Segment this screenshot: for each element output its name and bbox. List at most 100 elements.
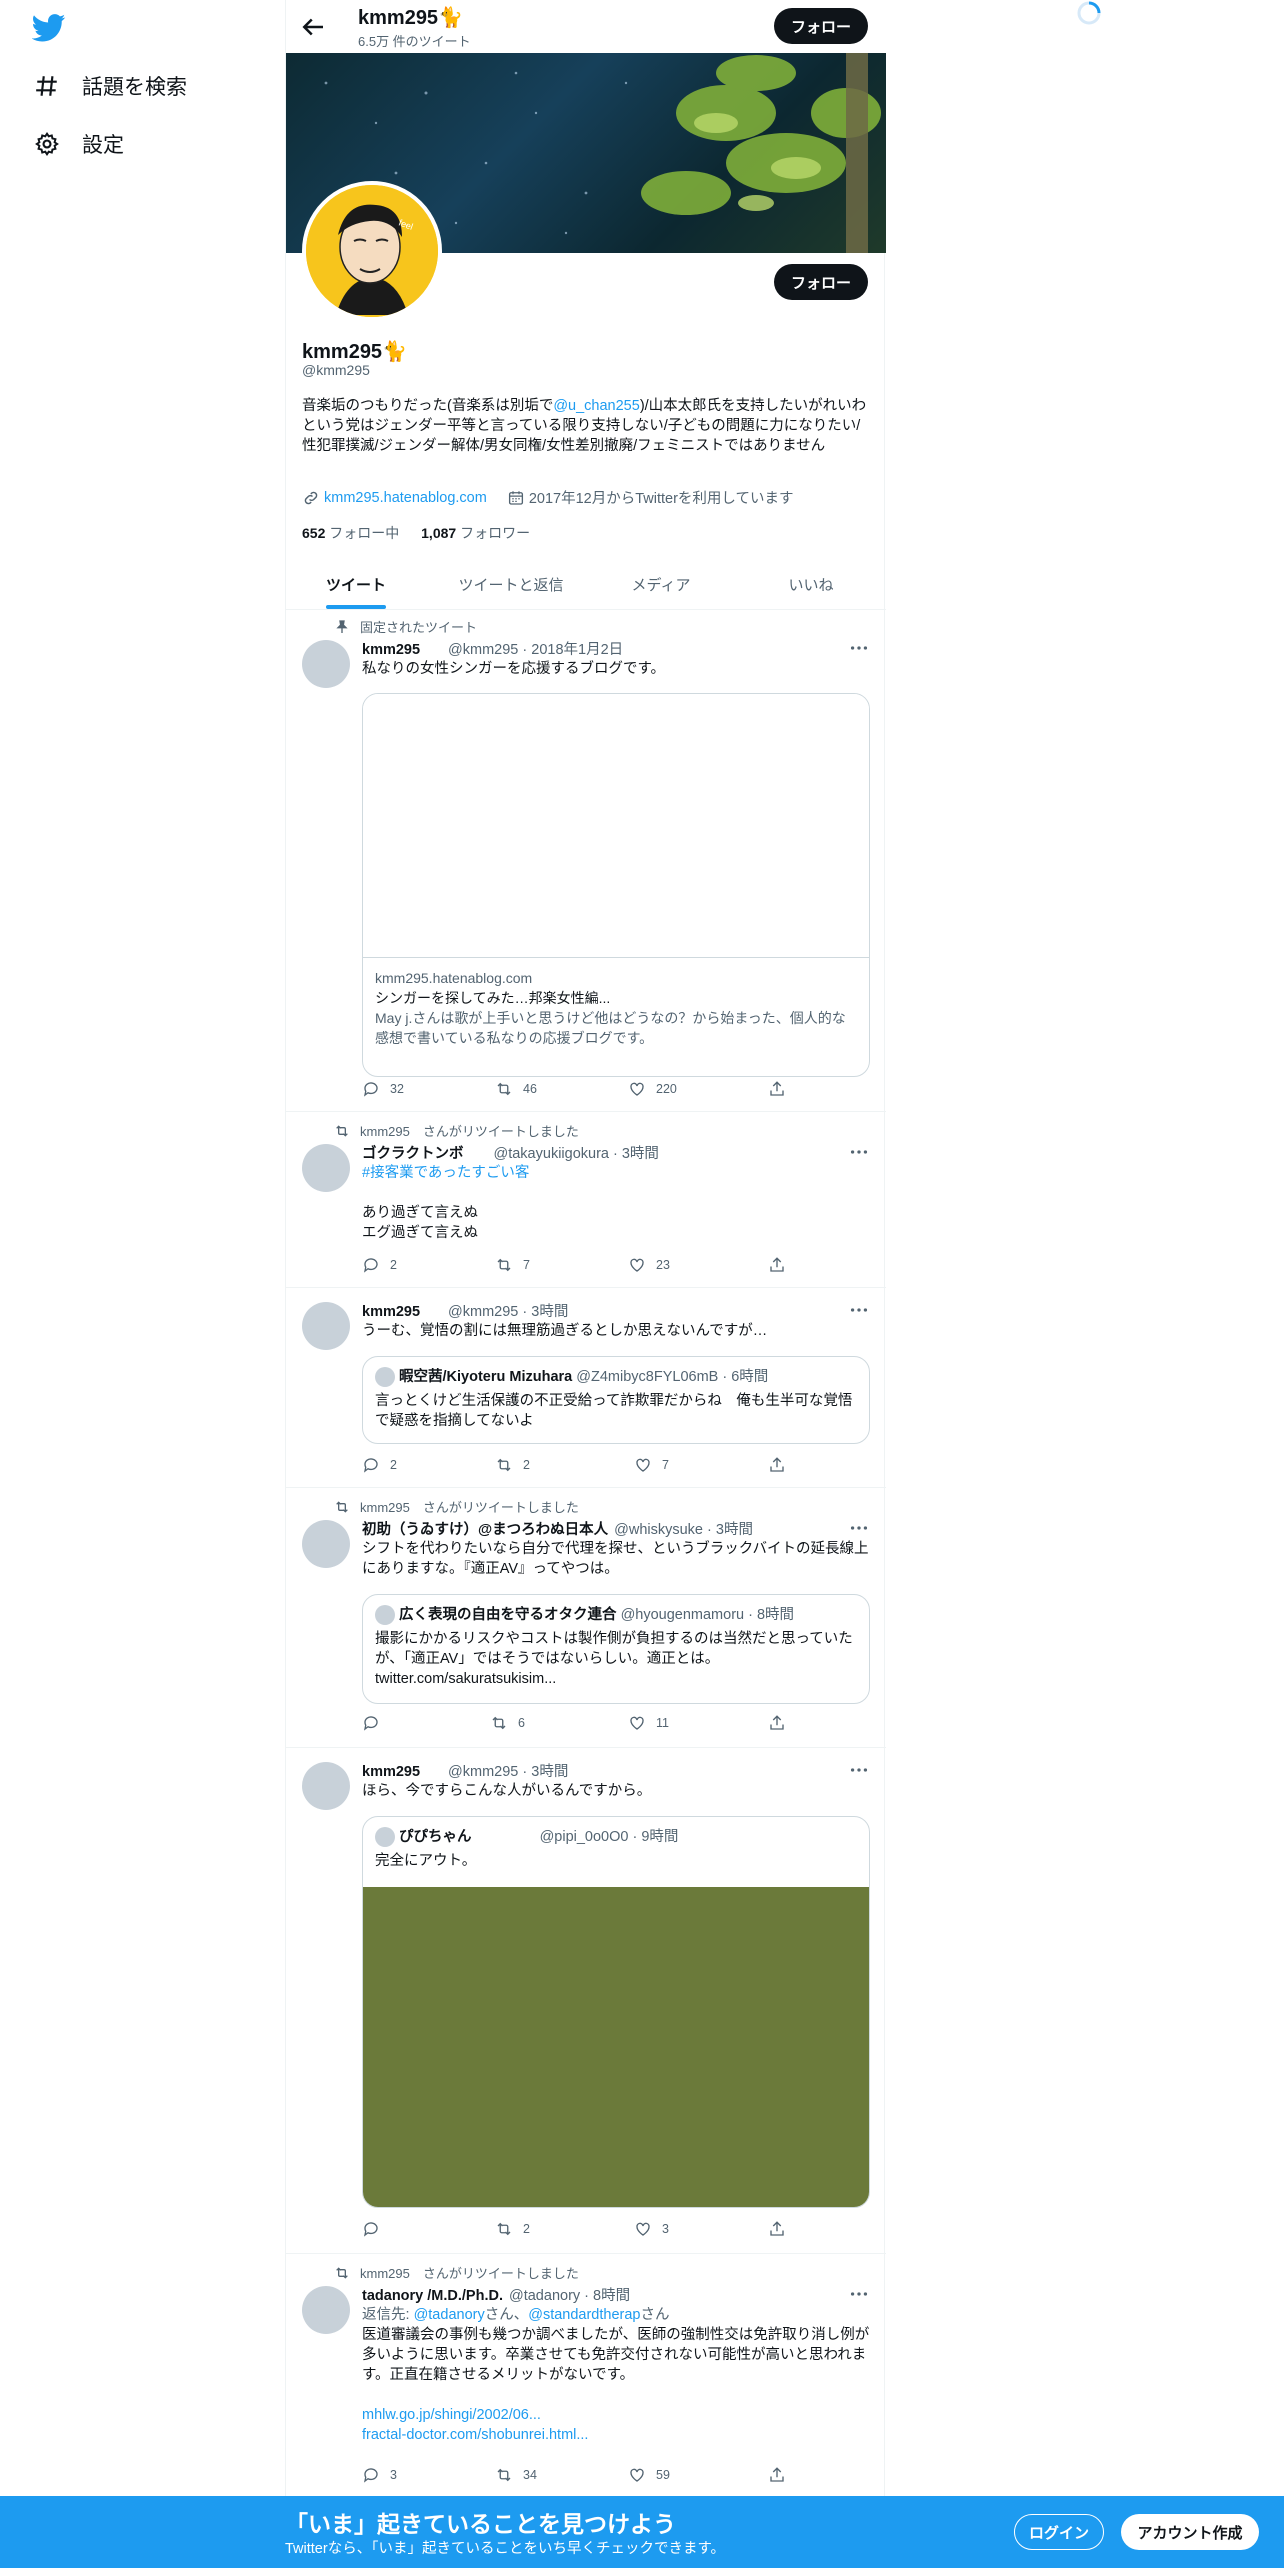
reply-button[interactable]: 2 [362,1456,397,1474]
tweet-author-name[interactable]: kmm295 [362,642,420,658]
profile-header-bar: kmm295🐈 6.5万 件のツイート フォロー [286,0,886,53]
tweet-handle-time[interactable]: @kmm295 · 3時間 [448,1764,568,1780]
reply-to-mention[interactable]: @standardtherap [528,2307,640,2323]
avatar[interactable] [302,1520,350,1568]
tweet-text: 返信先: @tadanoryさん、@standardtherapさん 医道審議会… [362,2305,872,2445]
tweet-author-name[interactable]: tadanory /M.D./Ph.D. [362,2288,503,2304]
tweet-author-name[interactable]: kmm295 [362,1304,420,1320]
like-button[interactable]: 7 [634,1456,669,1474]
share-button[interactable] [768,2466,796,2484]
avatar[interactable] [302,1762,350,1810]
tweet-text-line: エグ過ぎて言えぬ [362,1225,478,1241]
share-button[interactable] [768,1080,796,1098]
tweet-text: 私なりの女性シンガーを応援するブログです。 [362,661,666,677]
quoted-tweet[interactable]: 暇空茜/Kiyoteru Mizuhara @Z4mibyc8FYL06mB ·… [362,1356,870,1444]
more-options-icon[interactable] [848,2283,870,2305]
tab-tweets[interactable]: ツイート [286,558,426,610]
login-button[interactable]: ログイン [1014,2514,1104,2550]
link-card[interactable]: kmm295.hatenablog.com シンガーを探してみた…邦楽女性編..… [362,693,870,1077]
like-count: 3 [662,2222,669,2236]
tweet-author-name[interactable]: 初助（うゐすけ）@まつろわぬ日本人 [362,1522,608,1538]
hashtag-link[interactable]: #接客業であったすごい客 [362,1163,872,1183]
tweet-handle-time[interactable]: @tadanory · 8時間 [509,2288,630,2304]
tweet-retweeted-quote[interactable]: kmm295 さんがリツイートしました 初助（うゐすけ）@まつろわぬ日本人 @wh… [286,1488,886,1748]
create-account-button[interactable]: アカウント作成 [1121,2514,1259,2550]
reply-button[interactable] [362,1714,390,1732]
tab-likes[interactable]: いいね [736,558,886,610]
more-options-icon[interactable] [848,1141,870,1163]
more-options-icon[interactable] [848,1759,870,1781]
share-button[interactable] [768,1256,796,1274]
link-card-domain: kmm295.hatenablog.com [375,970,533,986]
tweet-pinned[interactable]: 固定されたツイート kmm295 @kmm295 · 2018年1月2日 私なりの… [286,610,886,1112]
like-button[interactable]: 3 [634,2220,669,2238]
following-link[interactable]: 652 フォロー中 [302,525,399,541]
reply-button[interactable]: 32 [362,1080,404,1098]
tweet-retweeted[interactable]: kmm295 さんがリツイートしました ゴクラクトンボ @takayukiigok… [286,1112,886,1288]
reply-button[interactable]: 2 [362,1256,397,1274]
profile-website-link[interactable]: kmm295.hatenablog.com [324,490,487,506]
tweet-author-name[interactable]: kmm295 [362,1764,420,1780]
nav-item-settings[interactable]: 設定 [34,122,124,166]
tweet-handle-time[interactable]: @takayukiigokura · 3時間 [494,1146,659,1162]
retweet-button[interactable]: 46 [495,1080,537,1098]
followers-link[interactable]: 1,087 フォロワー [421,525,530,541]
link-card-title: シンガーを探してみた…邦楽女性編... [375,990,611,1006]
tweet-link[interactable]: mhlw.go.jp/shingi/2002/06... [362,2405,872,2425]
share-button[interactable] [768,1714,796,1732]
share-icon [770,2467,784,2482]
avatar[interactable] [302,2286,350,2334]
tweet-link[interactable]: fractal-doctor.com/shobunrei.html... [362,2425,872,2445]
reply-button[interactable]: 3 [362,2466,397,2484]
reply-count: 2 [390,1458,397,1472]
tweet-handle-time[interactable]: @kmm295 · 2018年1月2日 [448,642,623,658]
more-options-icon[interactable] [848,1517,870,1539]
quoted-tweet[interactable]: 広く表現の自由を守るオタク連合 @hyougenmamoru · 8時間 撮影に… [362,1594,870,1704]
like-button[interactable]: 220 [628,1080,677,1098]
like-button[interactable]: 11 [628,1714,669,1732]
quoted-tweet[interactable]: ぴぴちゃん @pipi_0o0O0 · 9時間 完全にアウト。 [362,1816,870,2208]
like-count: 7 [662,1458,669,1472]
quoted-handle-time: @hyougenmamoru · 8時間 [620,1607,795,1623]
tweet-author-name[interactable]: ゴクラクトンボ [362,1146,464,1162]
header-follow-button[interactable]: フォロー [774,8,868,44]
tweet-handle-time[interactable]: @whiskysuke · 3時間 [614,1522,753,1538]
retweet-button[interactable]: 34 [495,2466,537,2484]
more-options-icon[interactable] [848,637,870,659]
retweet-button[interactable]: 6 [490,1714,525,1732]
reply-to-prefix: 返信先: [362,2307,410,2323]
link-icon [304,491,318,504]
avatar[interactable] [302,1302,350,1350]
retweet-button[interactable]: 7 [495,1256,530,1274]
profile-avatar[interactable]: feel [302,181,442,321]
retweet-button[interactable]: 2 [495,1456,530,1474]
profile-follow-button[interactable]: フォロー [774,264,868,300]
tab-media[interactable]: メディア [586,558,736,610]
bio-text: 音楽垢のつもりだった(音楽系は別垢で [302,398,554,414]
avatar-illustration: feel [306,185,438,317]
tweet-handle-time[interactable]: @kmm295 · 3時間 [448,1304,568,1320]
retweet-icon [336,1500,348,1513]
nav-item-explore[interactable]: 話題を検索 [34,64,187,108]
retweet-count: 46 [523,1082,537,1096]
share-button[interactable] [768,2220,796,2238]
like-button[interactable]: 59 [628,2466,670,2484]
avatar[interactable] [302,1144,350,1192]
tweet-quote[interactable]: kmm295 @kmm295 · 3時間 うーむ、覚悟の割には無理筋過ぎるとしか思… [286,1288,886,1488]
avatar[interactable] [302,640,350,688]
tweet-quote-media[interactable]: kmm295 @kmm295 · 3時間 ほら、今ですらこんな人がいるんですから。… [286,1748,886,2254]
quoted-media-image[interactable] [363,1887,869,2207]
retweet-count: 2 [523,1458,530,1472]
back-arrow-icon[interactable] [298,12,328,42]
bio-mention-link[interactable]: @u_chan255 [553,398,639,414]
retweet-button[interactable]: 2 [495,2220,530,2238]
reply-button[interactable] [362,2220,390,2238]
more-options-icon[interactable] [848,1299,870,1321]
reply-to-mention[interactable]: @tadanory [414,2307,485,2323]
tweet-header: kmm295 @kmm295 · 3時間 [362,1300,568,1321]
share-button[interactable] [768,1456,796,1474]
tweet-retweeted-reply[interactable]: kmm295 さんがリツイートしました tadanory /M.D./Ph.D.… [286,2254,886,2496]
twitter-bird-icon[interactable] [32,14,66,42]
tab-tweets-and-replies[interactable]: ツイートと返信 [436,558,586,610]
like-button[interactable]: 23 [628,1256,670,1274]
